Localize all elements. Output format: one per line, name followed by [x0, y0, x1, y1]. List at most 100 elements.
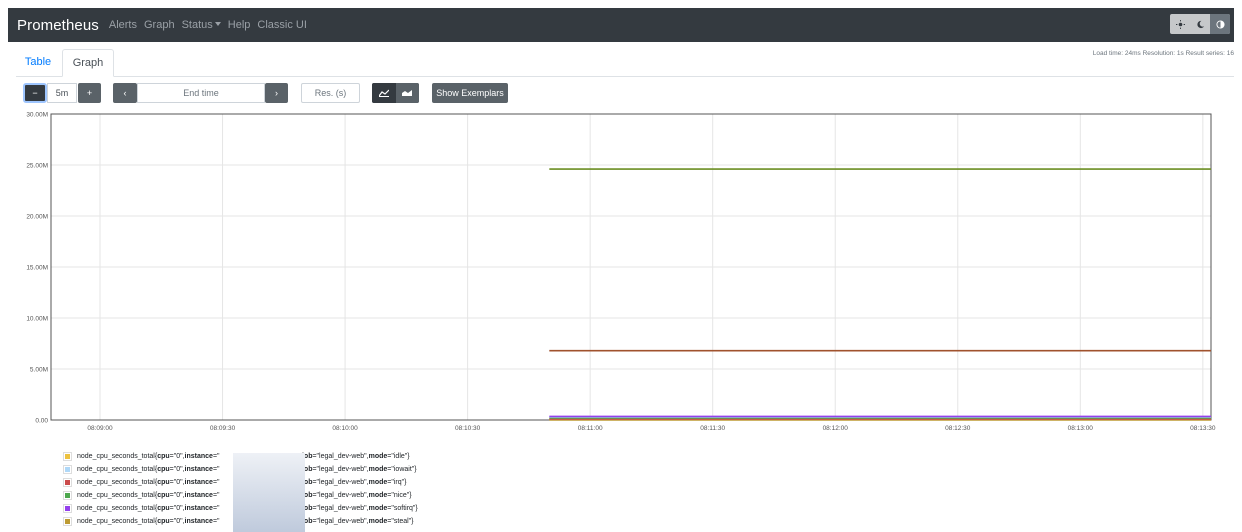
- legend-swatch: [63, 478, 72, 487]
- legend-label-part: mode: [368, 479, 388, 486]
- legend-label-part: mode: [368, 492, 388, 499]
- legend-label-part: instance: [184, 518, 213, 525]
- tab-table[interactable]: Table: [16, 49, 60, 75]
- legend-swatch: [63, 504, 72, 513]
- chevron-left-icon: ‹: [123, 88, 127, 98]
- redacted-instance-block: [233, 453, 305, 532]
- y-tick-label: 25.00M: [26, 163, 48, 170]
- legend-label-part: node_cpu_seconds_total{: [77, 479, 158, 486]
- x-tick-label: 08:09:00: [87, 425, 113, 432]
- stack-toggle-group: [372, 83, 419, 103]
- legend-item[interactable]: node_cpu_seconds_total{cpu ="0", instance…: [63, 450, 664, 463]
- theme-switcher: [1170, 14, 1230, 34]
- legend-label-part: mode: [368, 453, 388, 460]
- legend-item[interactable]: node_cpu_seconds_total{cpu ="0", instance…: [63, 502, 664, 515]
- legend-label-part: cpu: [157, 505, 170, 512]
- legend-item[interactable]: node_cpu_seconds_total{cpu ="0", instance…: [63, 463, 664, 476]
- step-forward-button[interactable]: ›: [265, 83, 288, 103]
- increase-range-button[interactable]: +: [78, 83, 101, 103]
- legend-label-part: ="0",: [169, 479, 185, 486]
- nav-help[interactable]: Help: [228, 19, 251, 31]
- legend-mode-value: ="irq"}: [387, 479, 407, 486]
- y-tick-label: 30.00M: [26, 112, 48, 119]
- legend-label-part: ="legal_dev-web",: [312, 466, 369, 473]
- decrease-range-button[interactable]: −: [23, 83, 47, 103]
- legend-label-part: instance: [184, 479, 213, 486]
- legend-mode-value: ="nice"}: [387, 492, 412, 499]
- top-navbar: Prometheus Alerts Graph Status Help Clas…: [8, 8, 1234, 42]
- legend-label-part: =": [212, 518, 220, 525]
- legend-mode-value: ="softirq"}: [387, 505, 418, 512]
- legend-label-part: ="0",: [169, 466, 185, 473]
- x-tick-label: 08:13:00: [1068, 425, 1094, 432]
- y-tick-label: 5.00M: [30, 367, 48, 374]
- legend-label-part: ="legal_dev-web",: [312, 479, 369, 486]
- legend-mode-value: ="idle"}: [387, 453, 410, 460]
- legend-label-part: cpu: [157, 466, 170, 473]
- x-tick-label: 08:11:00: [578, 425, 603, 432]
- legend-label-part: cpu: [157, 518, 170, 525]
- legend-label-part: instance: [184, 453, 213, 460]
- x-tick-label: 08:10:00: [332, 425, 358, 432]
- y-tick-label: 0.00: [35, 418, 48, 425]
- legend-label-part: mode: [368, 466, 388, 473]
- legend-label-part: =": [212, 479, 220, 486]
- step-back-button[interactable]: ‹: [113, 83, 137, 103]
- y-tick-label: 15.00M: [26, 265, 48, 272]
- legend-item[interactable]: node_cpu_seconds_total{cpu ="0", instance…: [63, 476, 664, 489]
- unstacked-button[interactable]: [372, 83, 396, 103]
- legend-label-part: ="0",: [169, 518, 185, 525]
- moon-icon[interactable]: [1190, 14, 1210, 34]
- legend-label-part: ="0",: [169, 505, 185, 512]
- legend-label-part: node_cpu_seconds_total{: [77, 518, 158, 525]
- end-time-input[interactable]: End time: [137, 83, 265, 103]
- legend-swatch: [63, 452, 72, 461]
- stacked-button[interactable]: [395, 83, 419, 103]
- range-input[interactable]: 5m: [47, 83, 77, 103]
- x-tick-label: 08:11:30: [700, 425, 725, 432]
- legend-swatch: [63, 465, 72, 474]
- tab-graph[interactable]: Graph: [62, 49, 114, 77]
- x-tick-label: 08:13:30: [1190, 425, 1216, 432]
- y-tick-label: 10.00M: [26, 316, 48, 323]
- legend-label-part: =": [212, 492, 220, 499]
- x-tick-label: 08:10:30: [455, 425, 481, 432]
- legend-swatch: [63, 491, 72, 500]
- legend-mode-value: ="iowait"}: [387, 466, 417, 473]
- show-exemplars-button[interactable]: Show Exemplars: [432, 83, 508, 103]
- sun-icon[interactable]: [1170, 14, 1190, 34]
- legend-label-part: node_cpu_seconds_total{: [77, 453, 158, 460]
- x-tick-label: 08:09:30: [210, 425, 236, 432]
- legend-label-part: ="legal_dev-web",: [312, 518, 369, 525]
- nav-classic-ui[interactable]: Classic UI: [257, 19, 307, 31]
- nav-status-dropdown[interactable]: Status: [182, 19, 221, 31]
- legend-item[interactable]: node_cpu_seconds_total{cpu ="0", instance…: [63, 515, 664, 528]
- brand-logo[interactable]: Prometheus: [17, 17, 99, 34]
- legend-label-part: node_cpu_seconds_total{: [77, 492, 158, 499]
- panel-tabs: Table Graph: [16, 49, 1234, 77]
- plus-icon: +: [86, 88, 93, 98]
- chevron-right-icon: ›: [275, 88, 278, 98]
- nav-status-label: Status: [181, 19, 213, 31]
- resolution-input[interactable]: Res. (s): [301, 83, 360, 103]
- legend-label-part: ="legal_dev-web",: [312, 453, 369, 460]
- legend-item[interactable]: node_cpu_seconds_total{cpu ="0", instance…: [63, 489, 664, 502]
- legend-label-part: ="0",: [169, 453, 185, 460]
- nav-alerts[interactable]: Alerts: [109, 19, 137, 31]
- legend-label-part: mode: [368, 505, 388, 512]
- nav-graph[interactable]: Graph: [144, 19, 175, 31]
- legend-label-part: node_cpu_seconds_total{: [77, 505, 158, 512]
- x-tick-label: 08:12:00: [823, 425, 849, 432]
- line-chart-icon: [378, 89, 389, 97]
- legend-label-part: ="legal_dev-web",: [312, 505, 369, 512]
- area-chart-icon: [402, 90, 413, 96]
- legend-label-part: cpu: [157, 479, 170, 486]
- legend-label-part: =": [212, 505, 220, 512]
- legend-mode-value: ="steal"}: [387, 518, 414, 525]
- minus-icon: −: [32, 88, 38, 98]
- legend-label-part: ="0",: [169, 492, 185, 499]
- chevron-down-icon: [214, 22, 221, 26]
- contrast-icon[interactable]: [1210, 14, 1230, 34]
- legend-label-part: instance: [184, 492, 213, 499]
- legend-label-part: cpu: [157, 453, 170, 460]
